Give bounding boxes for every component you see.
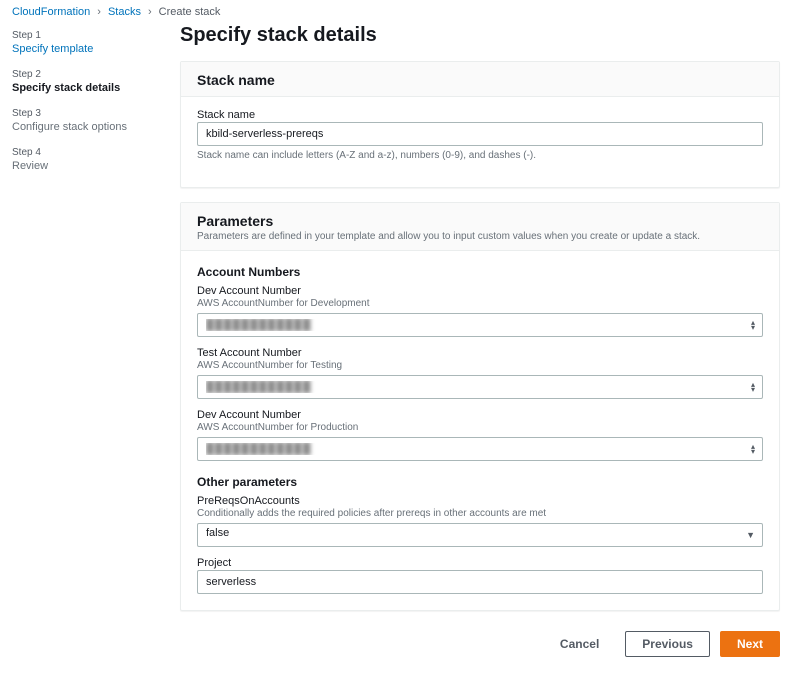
test-account-desc: AWS AccountNumber for Testing	[197, 360, 763, 371]
test-account-input[interactable]	[197, 375, 763, 399]
next-button[interactable]: Next	[720, 631, 780, 657]
chevron-right-icon: ›	[145, 6, 155, 18]
wizard-step-4[interactable]: Step 4 Review	[12, 147, 158, 172]
previous-button[interactable]: Previous	[625, 631, 710, 657]
prod-account-desc: AWS AccountNumber for Production	[197, 422, 763, 433]
prod-account-input[interactable]	[197, 437, 763, 461]
wizard-sidebar: Step 1 Specify template Step 2 Specify s…	[0, 0, 170, 673]
parameters-desc: Parameters are defined in your template …	[197, 231, 763, 242]
stack-name-input[interactable]	[197, 122, 763, 146]
cancel-button[interactable]: Cancel	[544, 631, 615, 657]
breadcrumb: CloudFormation › Stacks › Create stack	[12, 6, 220, 18]
stack-name-panel: Stack name Stack name Stack name can inc…	[180, 61, 780, 188]
project-input[interactable]	[197, 570, 763, 594]
wizard-step-2[interactable]: Step 2 Specify stack details	[12, 69, 158, 94]
prod-account-label: Dev Account Number	[197, 409, 763, 421]
dev-account-desc: AWS AccountNumber for Development	[197, 298, 763, 309]
parameters-heading: Parameters	[197, 213, 763, 229]
prereqs-select[interactable]: false	[197, 523, 763, 547]
parameters-panel: Parameters Parameters are defined in you…	[180, 202, 780, 611]
wizard-step-1[interactable]: Step 1 Specify template	[12, 30, 158, 55]
prereqs-label: PreReqsOnAccounts	[197, 495, 763, 507]
wizard-step-3[interactable]: Step 3 Configure stack options	[12, 108, 158, 133]
breadcrumb-current: Create stack	[159, 6, 221, 18]
account-numbers-title: Account Numbers	[197, 265, 763, 279]
dev-account-label: Dev Account Number	[197, 285, 763, 297]
dev-account-input[interactable]	[197, 313, 763, 337]
stack-name-label: Stack name	[197, 109, 763, 121]
stack-name-hint: Stack name can include letters (A-Z and …	[197, 150, 763, 161]
other-params-title: Other parameters	[197, 475, 763, 489]
main-content: Specify stack details Stack name Stack n…	[170, 0, 800, 673]
stack-name-heading: Stack name	[197, 72, 763, 88]
page-title: Specify stack details	[180, 24, 780, 47]
prereqs-desc: Conditionally adds the required policies…	[197, 508, 763, 519]
test-account-label: Test Account Number	[197, 347, 763, 359]
breadcrumb-cloudformation[interactable]: CloudFormation	[12, 6, 90, 18]
project-label: Project	[197, 557, 763, 569]
wizard-footer: Cancel Previous Next	[180, 625, 780, 663]
breadcrumb-stacks[interactable]: Stacks	[108, 6, 141, 18]
chevron-right-icon: ›	[94, 6, 104, 18]
